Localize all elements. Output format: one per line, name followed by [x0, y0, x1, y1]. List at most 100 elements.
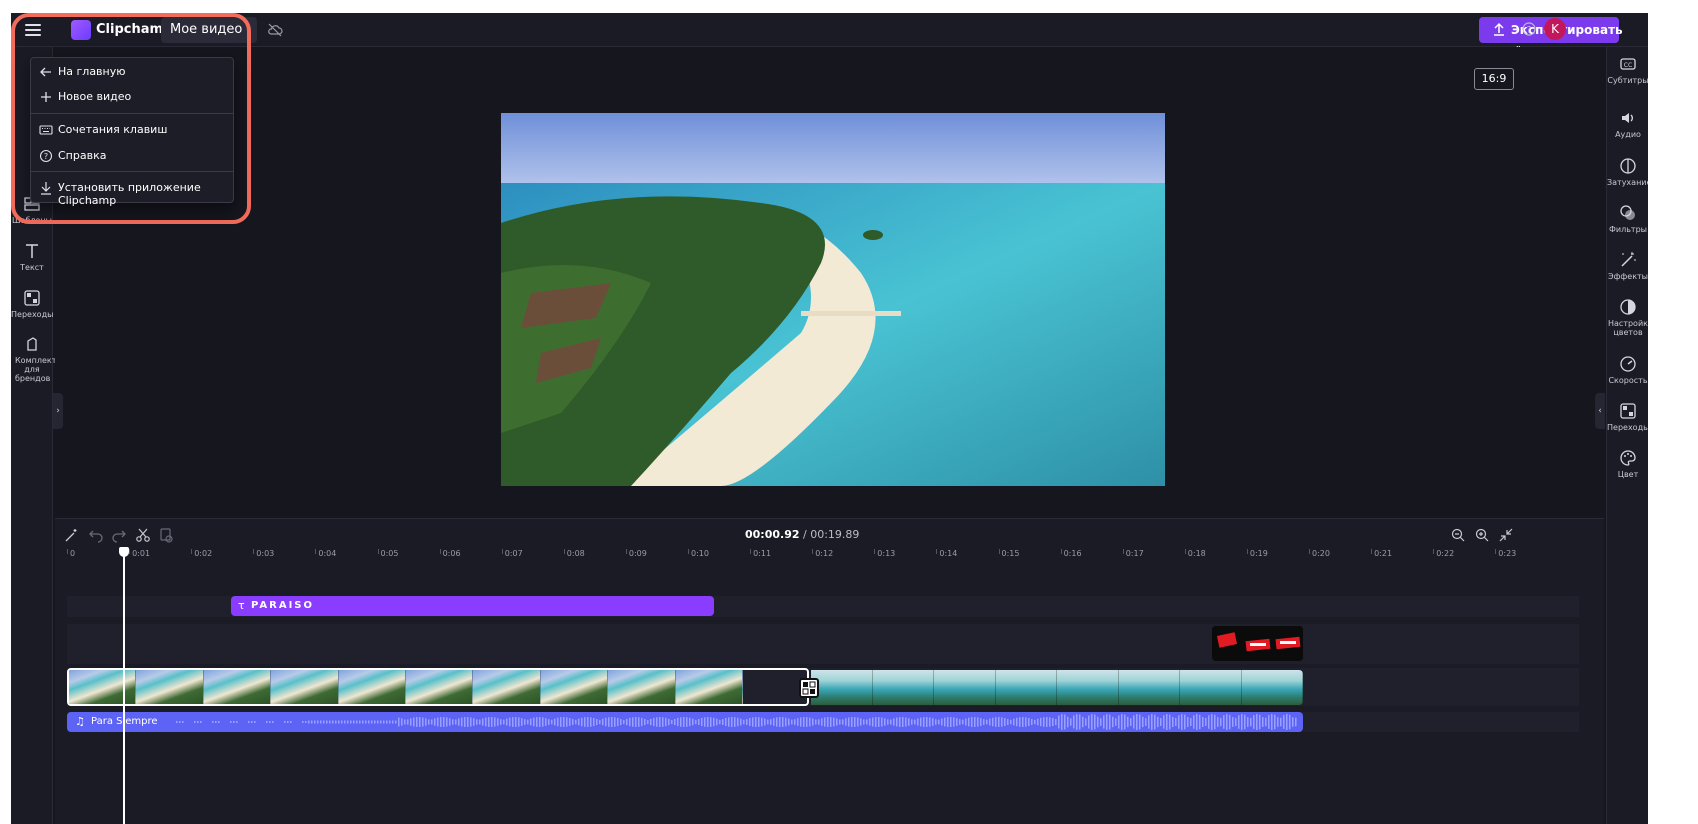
sidebar-item-color[interactable]: Цвет [1607, 449, 1648, 479]
waveform-bar [758, 717, 760, 727]
aspect-ratio-button[interactable]: 16:9 [1474, 68, 1514, 90]
waveform-bar [1172, 716, 1174, 728]
text-clip[interactable]: τ PARAISO [231, 596, 714, 616]
help-icon[interactable]: ? [1522, 22, 1536, 36]
video-thumbnail [675, 670, 743, 704]
scissors-icon[interactable] [135, 527, 151, 543]
video-clip-beach[interactable] [67, 668, 809, 706]
sidebar-item-transitions-right[interactable]: Переходы [1607, 402, 1648, 432]
duplicate-icon[interactable] [158, 527, 174, 543]
waveform-bar [746, 719, 748, 725]
waveform-bar [365, 720, 367, 724]
waveform-bar [455, 719, 457, 725]
sidebar-item-effects[interactable]: Эффекты [1607, 251, 1648, 281]
waveform-bar [488, 717, 490, 727]
waveform-bar [782, 717, 784, 727]
menu-item-help[interactable]: ? Справка [31, 144, 233, 168]
redo-icon[interactable] [111, 527, 127, 543]
waveform-bar [956, 718, 958, 726]
ruler-tick-label: 0:13 [877, 549, 896, 558]
menu-item-home[interactable]: На главную [31, 60, 233, 84]
fit-timeline-icon[interactable] [1498, 527, 1514, 543]
waveform-bar [302, 721, 304, 723]
sidebar-item-captions[interactable]: CC Субтитры [1607, 55, 1648, 85]
sidebar-item-fade[interactable]: Затухание [1607, 157, 1648, 187]
arrow-left-icon [40, 67, 51, 77]
waveform-bar [521, 718, 523, 726]
sidebar-item-filters[interactable]: Фильтры [1607, 204, 1648, 234]
playhead-handle[interactable] [119, 547, 129, 557]
video-clip-aerial[interactable] [811, 670, 1303, 705]
waveform-bar [584, 717, 586, 727]
waveform-bar [347, 720, 349, 724]
waveform-bar [248, 721, 250, 723]
waveform-bar [620, 718, 622, 726]
sidebar-item-transitions[interactable]: Переходы [11, 289, 53, 319]
waveform-bar [497, 718, 499, 726]
audio-clip[interactable]: ♫ Para Siempre [67, 712, 1303, 732]
menu-item-install-app[interactable]: Установить приложение Clipchamp [31, 176, 233, 207]
waveform-bar [1013, 718, 1015, 726]
ruler-tick-label: 0:16 [1063, 549, 1082, 558]
waveform-bar [776, 717, 778, 727]
waveform-bar [1283, 715, 1285, 729]
waveform-bar [431, 719, 433, 725]
sticker-track [67, 624, 1579, 664]
waveform-bar [392, 720, 394, 724]
ruler-tick-label: 0:11 [753, 549, 772, 558]
sidebar-item-color-adjust[interactable]: Настройка цветов [1607, 298, 1648, 337]
waveform-bar [1103, 715, 1105, 729]
sidebar-item-text[interactable]: Текст [11, 242, 53, 272]
waveform-bar [383, 720, 385, 724]
waveform-bar [842, 719, 844, 725]
sidebar-item-brand-kit[interactable]: Комплект для брендов [11, 335, 56, 383]
ruler-tick-label: 0:18 [1187, 549, 1206, 558]
playhead[interactable] [123, 549, 125, 824]
waveform-bar [812, 718, 814, 726]
menu-item-new-video[interactable]: Новое видео [31, 85, 233, 109]
waveform-bar [986, 719, 988, 725]
zoom-out-icon[interactable] [1450, 527, 1466, 543]
time-ruler[interactable]: 0 0:01 0:02 0:03 0:04 0:05 0:06 0:07 0:08 0:09 0:1… [67, 549, 1579, 567]
color-adjust-icon [1620, 299, 1636, 315]
zoom-in-icon[interactable] [1474, 527, 1490, 543]
waveform-bar [425, 718, 427, 726]
waveform-bar [479, 719, 481, 725]
waveform-bar [614, 717, 616, 727]
sidebar-item-audio[interactable]: Аудио [1607, 109, 1648, 139]
waveform-bar [1217, 717, 1219, 727]
menu-item-shortcuts[interactable]: Сочетания клавиш [31, 118, 233, 142]
expand-right-panel-button[interactable]: ‹ [1595, 393, 1605, 429]
waveform-bar [965, 718, 967, 726]
waveform-bar [566, 717, 568, 727]
waveform-bar [503, 719, 505, 725]
waveform-bar [980, 718, 982, 726]
time-separator: / [799, 528, 811, 541]
waveform-bar [179, 721, 181, 723]
waveform-bar [1274, 714, 1276, 730]
undo-icon[interactable] [88, 527, 104, 543]
magic-wand-icon[interactable] [64, 527, 80, 543]
waveform-bar [917, 718, 919, 726]
waveform-bar [404, 719, 406, 725]
transition-button[interactable] [799, 678, 819, 698]
waveform-bar [692, 718, 694, 726]
sidebar-item-label: Эффекты [1608, 272, 1648, 281]
waveform-bar [608, 717, 610, 727]
menu-divider [31, 171, 233, 172]
waveform-bar [557, 717, 559, 727]
waveform-bar [251, 721, 253, 723]
waveform-bar [1121, 714, 1123, 730]
waveform-bar [536, 717, 538, 727]
waveform-bar [1295, 717, 1297, 727]
waveform-bar [1145, 718, 1147, 726]
sidebar-item-speed[interactable]: Скорость [1607, 355, 1648, 385]
avatar[interactable]: K [1544, 18, 1566, 40]
subscribe-sticker-clip[interactable] [1212, 626, 1303, 661]
expand-left-panel-button[interactable]: › [53, 393, 63, 429]
waveform-bar [968, 717, 970, 727]
waveform-bar [1202, 717, 1204, 727]
waveform-bar [839, 719, 841, 725]
waveform-bar [527, 719, 529, 725]
waveform-bar [821, 718, 823, 726]
